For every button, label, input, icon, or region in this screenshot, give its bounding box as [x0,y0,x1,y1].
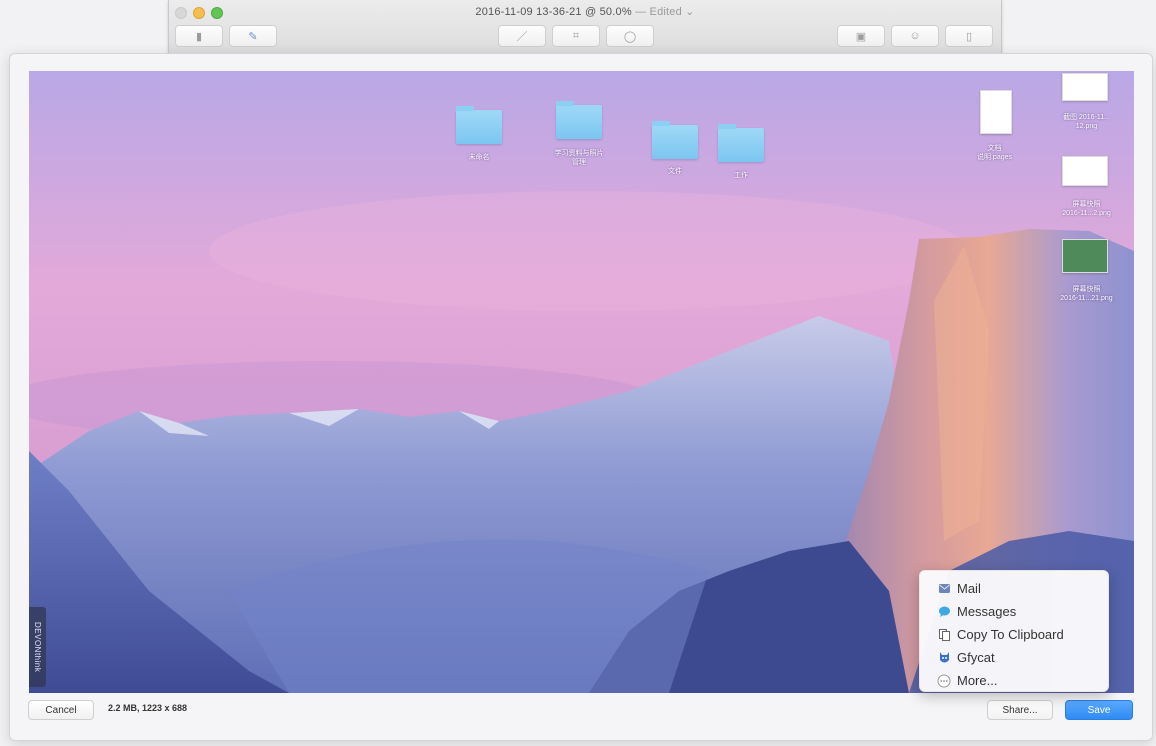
person-toolbar-button[interactable]: ☺ [891,25,939,47]
mail-icon [937,582,951,596]
share-menu-item-label: Mail [957,581,981,596]
share-menu: Mail Messages Copy To Clipboard Gfycat M… [919,570,1109,692]
window-title-text: 2016-11-09 13-36-21 @ 50.0% [475,6,632,18]
annotate-toolbar-button[interactable]: ◯ [606,25,654,47]
desktop-folder [556,101,602,139]
desktop-folder [456,106,502,144]
markup-toolbar-button[interactable]: ✎ [229,25,277,47]
desktop-screenshot-thumbnail [1062,156,1108,186]
pencil-icon: ／ [516,31,528,43]
desktop-folder-label: 未命名 [468,154,490,161]
desktop-screenshot-thumbnail [1062,73,1108,101]
speech-bubble-icon: ◯ [623,30,637,43]
desktop-screenshot-thumbnail [1062,239,1108,273]
share-menu-item-gfycat[interactable]: Gfycat [920,646,1108,669]
share-menu-item-copy-to-clipboard[interactable]: Copy To Clipboard [920,623,1108,646]
share-menu-item-messages[interactable]: Messages [920,600,1108,623]
desktop-file-label: 截图 2016-11... 12.png [1063,114,1110,130]
share-menu-item-more[interactable]: More... [920,669,1108,692]
desktop-folder [652,121,698,159]
image-size-info: 2.2 MB, 1223 x 688 [108,703,188,713]
share-menu-item-label: Copy To Clipboard [957,627,1064,642]
save-button[interactable]: Save [1065,700,1133,720]
messages-icon [937,605,951,619]
crop-toolbar-button[interactable]: ⌗ [552,25,600,47]
desktop-document-thumbnail [980,90,1012,134]
cancel-button[interactable]: Cancel [28,700,94,720]
sidebar-toolbar-button[interactable]: ▮ [175,25,223,47]
desktop-folder-label: 学习资料与照片 管理 [554,150,604,166]
share-button[interactable]: Share... [987,700,1053,720]
draw-toolbar-button[interactable]: ／ [498,25,546,47]
desktop-file-label: 屏幕快照 2016-11...2.png [1062,201,1111,217]
trash-toolbar-button[interactable]: ▯ [945,25,993,47]
edited-indicator[interactable]: — Edited ⌄ [635,6,695,18]
window-title: 2016-11-09 13-36-21 @ 50.0% — Edited ⌄ [169,5,1001,18]
document-icon: ▮ [195,30,203,43]
gfycat-icon [937,651,951,665]
desktop-folder-label: 文件 [668,168,682,175]
crop-icon: ⌗ [572,29,580,42]
trash-icon: ▯ [965,30,973,43]
devonthink-watermark: DEVONthink [29,607,46,687]
share-menu-item-mail[interactable]: Mail [920,577,1108,600]
more-icon [937,674,951,688]
desktop-file-label: 文档 说明.pages [976,145,1013,161]
desktop-file-label: 屏幕快照 2016-11...21.png [1060,286,1113,302]
share-menu-item-label: Gfycat [957,650,995,665]
person-icon: ☺ [909,30,921,42]
desktop-folder [718,124,764,162]
share-menu-item-label: More... [957,673,998,688]
info-icon: ▣ [855,30,867,43]
pen-icon: ✎ [248,30,258,43]
background-window: 2016-11-09 13-36-21 @ 50.0% — Edited ⌄ ▮… [168,0,1002,57]
share-menu-item-label: Messages [957,604,1017,619]
info-toolbar-button[interactable]: ▣ [837,25,885,47]
clipboard-icon [937,628,951,642]
desktop-folder-label: 工作 [734,172,748,179]
